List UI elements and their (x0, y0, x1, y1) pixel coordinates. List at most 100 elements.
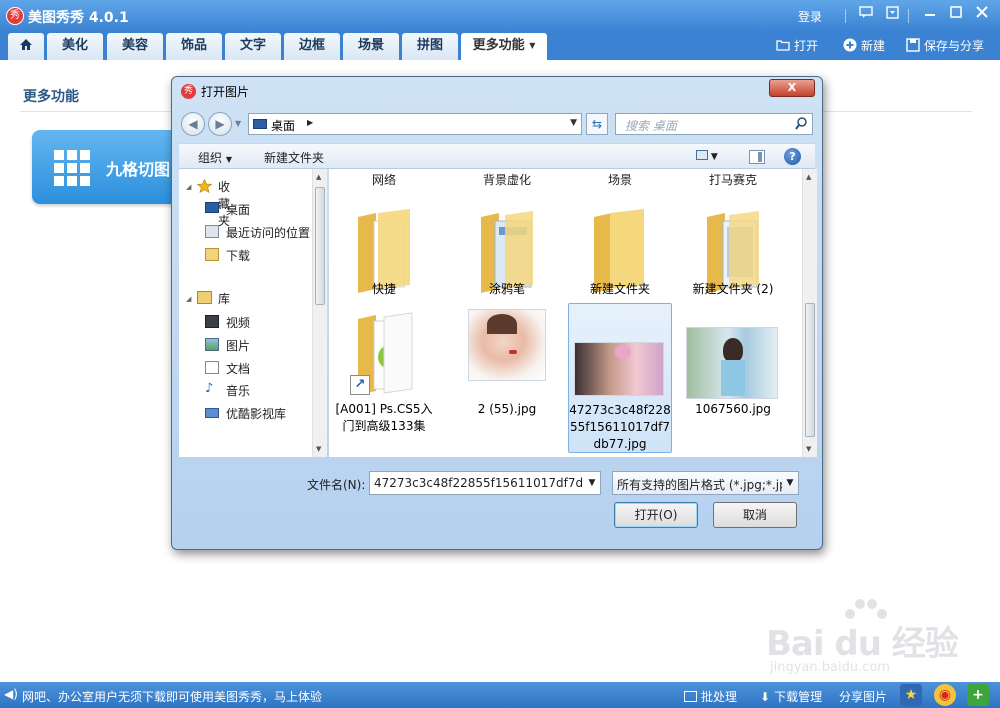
titlebar-divider (908, 9, 909, 23)
scroll-up-icon[interactable]: ▲ (806, 173, 811, 181)
batch-label: 批处理 (701, 690, 738, 704)
close-icon[interactable] (972, 6, 992, 24)
weibo-icon[interactable]: ◉ (934, 684, 956, 706)
file-list-scrollbar[interactable]: ▲ ▼ (802, 169, 817, 457)
tab-scene[interactable]: 场景 (343, 33, 399, 60)
file-name: [A001] Ps.CS5入门到高级133集 (335, 402, 433, 433)
folder-item[interactable]: 涂鸦笔 (455, 185, 559, 303)
tab-bar: 美化 美容 饰品 文字 边框 场景 拼图 更多功能 ▼ 打开 新建 保存与分享 (0, 32, 1000, 60)
image-file-item[interactable]: 1067560.jpg (681, 303, 785, 453)
address-bar[interactable]: 桌面 ▶ ▼ (248, 113, 582, 135)
tab-accessories[interactable]: 饰品 (166, 33, 222, 60)
skin-icon[interactable] (882, 6, 902, 24)
scroll-thumb[interactable] (315, 187, 325, 305)
nav-item-label: 优酷影视库 (226, 407, 287, 421)
tab-beautify[interactable]: 美化 (47, 33, 103, 60)
feedback-icon[interactable] (856, 6, 876, 24)
star-icon[interactable]: ★ (900, 684, 922, 706)
tab-home[interactable] (8, 33, 44, 60)
breadcrumb-arrow-icon[interactable]: ▶ (307, 118, 313, 127)
recent-places-icon (205, 225, 219, 238)
folder-item[interactable]: 新建文件夹 (2) (681, 185, 785, 303)
filename-label: 文件名(N): (307, 478, 366, 492)
history-dropdown-icon[interactable]: ▼ (235, 119, 241, 128)
new-button[interactable]: 新建 (843, 37, 885, 55)
plus-circle-icon (843, 38, 857, 52)
preview-pane-icon[interactable] (749, 150, 765, 164)
forward-button[interactable]: ▶ (208, 112, 232, 136)
refresh-button[interactable]: ⇆ (586, 113, 608, 135)
music-icon: ♪ (205, 381, 214, 396)
baidu-jingyan-watermark: Bai du 经验 jingyan.baidu.com (762, 598, 962, 680)
image-thumbnail (686, 327, 778, 399)
tab-beauty[interactable]: 美容 (107, 33, 163, 60)
filename-value: 47273c3c48f22855f15611017df7db77 (374, 476, 601, 490)
scroll-up-icon[interactable]: ▲ (316, 173, 321, 181)
chevron-down-icon[interactable]: ▼ (584, 472, 600, 494)
tab-collage[interactable]: 拼图 (402, 33, 458, 60)
batch-button[interactable]: 批处理 (684, 688, 737, 705)
dialog-title: 打开图片 (201, 85, 250, 99)
nav-item-label: 下载 (226, 249, 251, 263)
open-button[interactable]: 打开(O) (614, 502, 698, 528)
back-arrow-icon: ◀ (188, 117, 198, 131)
watermark-url: jingyan.baidu.com (770, 660, 890, 675)
search-icon[interactable] (795, 117, 807, 131)
youku-library-icon (205, 408, 219, 418)
open-button[interactable]: 打开 (776, 37, 818, 55)
tab-more-features[interactable]: 更多功能 ▼ (461, 33, 547, 60)
folder-open-icon (776, 39, 790, 53)
help-icon[interactable]: ? (784, 148, 801, 165)
image-file-item[interactable]: 2 (55).jpg (455, 303, 559, 453)
speaker-icon: ◀) (4, 687, 18, 701)
organize-button[interactable]: 组织 ▼ (198, 149, 232, 166)
filename-input[interactable]: 47273c3c48f22855f15611017df7db77 ▼ (369, 471, 601, 495)
folder-item[interactable]: 新建文件夹 (568, 185, 672, 303)
image-thumbnail (468, 309, 546, 381)
new-folder-button[interactable]: 新建文件夹 (264, 149, 324, 166)
status-message[interactable]: 网吧、办公室用户无须下载即可使用美图秀秀，马上体验 (22, 688, 322, 705)
pictures-icon (205, 338, 219, 351)
login-link[interactable]: 登录 (798, 8, 822, 25)
file-name: 2 (55).jpg (477, 402, 537, 416)
share-image-button[interactable]: 分享图片 (839, 688, 887, 705)
back-button[interactable]: ◀ (181, 112, 205, 136)
nav-item-label: 视频 (226, 316, 251, 330)
grid-icon (54, 150, 90, 186)
forward-arrow-icon: ▶ (215, 117, 225, 131)
save-share-button[interactable]: 保存与分享 (906, 37, 984, 55)
command-bar: 组织 ▼ 新建文件夹 ▼ ? (179, 143, 815, 169)
section-title: 更多功能 (23, 89, 79, 105)
file-name: 涂鸦笔 (488, 282, 525, 296)
search-input[interactable]: 搜索 桌面 (615, 113, 813, 135)
nav-item-label: 最近访问的位置 (226, 226, 311, 240)
shortcut-folder-item[interactable]: ↗ [A001] Ps.CS5入门到高级133集 (332, 303, 436, 453)
plus-icon[interactable]: + (967, 684, 989, 706)
expand-arrow-icon[interactable]: ◢ (186, 183, 191, 191)
cancel-button[interactable]: 取消 (713, 502, 797, 528)
library-icon (197, 291, 212, 304)
scroll-thumb[interactable] (805, 303, 815, 437)
tab-text[interactable]: 文字 (225, 33, 281, 60)
image-file-item-selected[interactable]: 47273c3c48f22855f15611017df7db77.jpg (568, 303, 672, 453)
expand-arrow-icon[interactable]: ◢ (186, 295, 191, 303)
address-dropdown-icon[interactable]: ▼ (570, 118, 577, 128)
view-options-button[interactable]: ▼ (696, 150, 726, 164)
chevron-down-icon: ▼ (225, 155, 232, 164)
maximize-icon[interactable] (946, 6, 966, 24)
download-manager-button[interactable]: ⬇ 下载管理 (760, 688, 822, 705)
save-icon (906, 38, 920, 52)
scroll-down-icon[interactable]: ▼ (806, 445, 811, 453)
organize-label: 组织 (198, 151, 223, 165)
filetype-select[interactable]: 所有支持的图片格式 (*.jpg;*.jp ▼ (612, 471, 799, 495)
save-share-label: 保存与分享 (924, 39, 985, 53)
chevron-down-icon[interactable]: ▼ (782, 472, 798, 494)
scroll-down-icon[interactable]: ▼ (316, 445, 321, 453)
tab-frame[interactable]: 边框 (284, 33, 340, 60)
file-name: 新建文件夹 (589, 282, 650, 296)
folder-item[interactable]: 快捷 (332, 185, 436, 303)
search-placeholder: 搜索 桌面 (625, 119, 677, 133)
nav-pane-scrollbar[interactable]: ▲ ▼ (312, 169, 327, 457)
dialog-close-button[interactable]: X (769, 79, 815, 97)
minimize-icon[interactable] (920, 6, 940, 24)
